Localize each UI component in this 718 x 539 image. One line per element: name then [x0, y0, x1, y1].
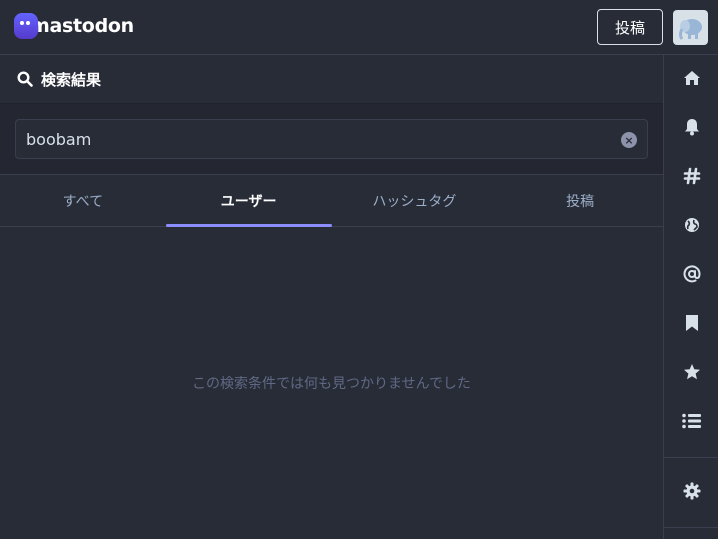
search-results-column: 検索結果 × すべて ユーザー ハッシュタグ 投稿 この検索条件では何も見つかり…: [0, 55, 663, 539]
nav-preferences[interactable]: [664, 471, 718, 511]
search-box: ×: [15, 119, 648, 159]
list-icon: [681, 413, 701, 429]
nav-bookmarks[interactable]: [664, 303, 718, 343]
empty-results-message: この検索条件では何も見つかりませんでした: [192, 376, 471, 392]
tab-hashtags[interactable]: ハッシュタグ: [332, 175, 498, 226]
bell-icon: [684, 119, 699, 136]
nav-favourites[interactable]: [664, 352, 718, 392]
clear-search-icon[interactable]: ×: [621, 132, 637, 148]
search-icon: [17, 71, 33, 87]
tab-all[interactable]: すべて: [0, 175, 166, 226]
elephant-avatar-icon: [678, 18, 702, 40]
nav-explore[interactable]: [664, 156, 718, 196]
at-icon: [683, 265, 701, 283]
avatar[interactable]: [673, 10, 708, 45]
star-icon: [683, 364, 700, 380]
nav-mentions[interactable]: [664, 254, 718, 294]
home-icon: [683, 71, 700, 85]
compose-button[interactable]: 投稿: [597, 9, 663, 45]
search-input[interactable]: [16, 120, 647, 158]
bookmark-icon: [685, 315, 698, 331]
nav-home[interactable]: [664, 58, 718, 98]
mastodon-logo-mark: [14, 13, 38, 39]
nav-divider: [664, 457, 718, 458]
nav-notifications[interactable]: [664, 107, 718, 147]
tab-users[interactable]: ユーザー: [165, 175, 332, 227]
gear-icon: [683, 482, 700, 500]
search-tabs: すべて ユーザー ハッシュタグ 投稿: [0, 175, 663, 227]
nav-lists[interactable]: [664, 401, 718, 441]
logo-wordmark: mastodon: [30, 15, 134, 37]
nav-divider-bottom: [664, 527, 718, 528]
globe-icon: [684, 218, 699, 232]
column-header: 検索結果: [0, 55, 663, 104]
search-area: ×: [0, 104, 663, 175]
mastodon-logo[interactable]: mastodon: [14, 12, 134, 40]
tab-posts[interactable]: 投稿: [497, 175, 663, 226]
page-title: 検索結果: [41, 70, 102, 89]
top-bar: mastodon 投稿: [0, 0, 718, 55]
nav-federated[interactable]: [664, 205, 718, 245]
hashtag-icon: [683, 167, 700, 185]
right-navigation: [663, 55, 718, 539]
